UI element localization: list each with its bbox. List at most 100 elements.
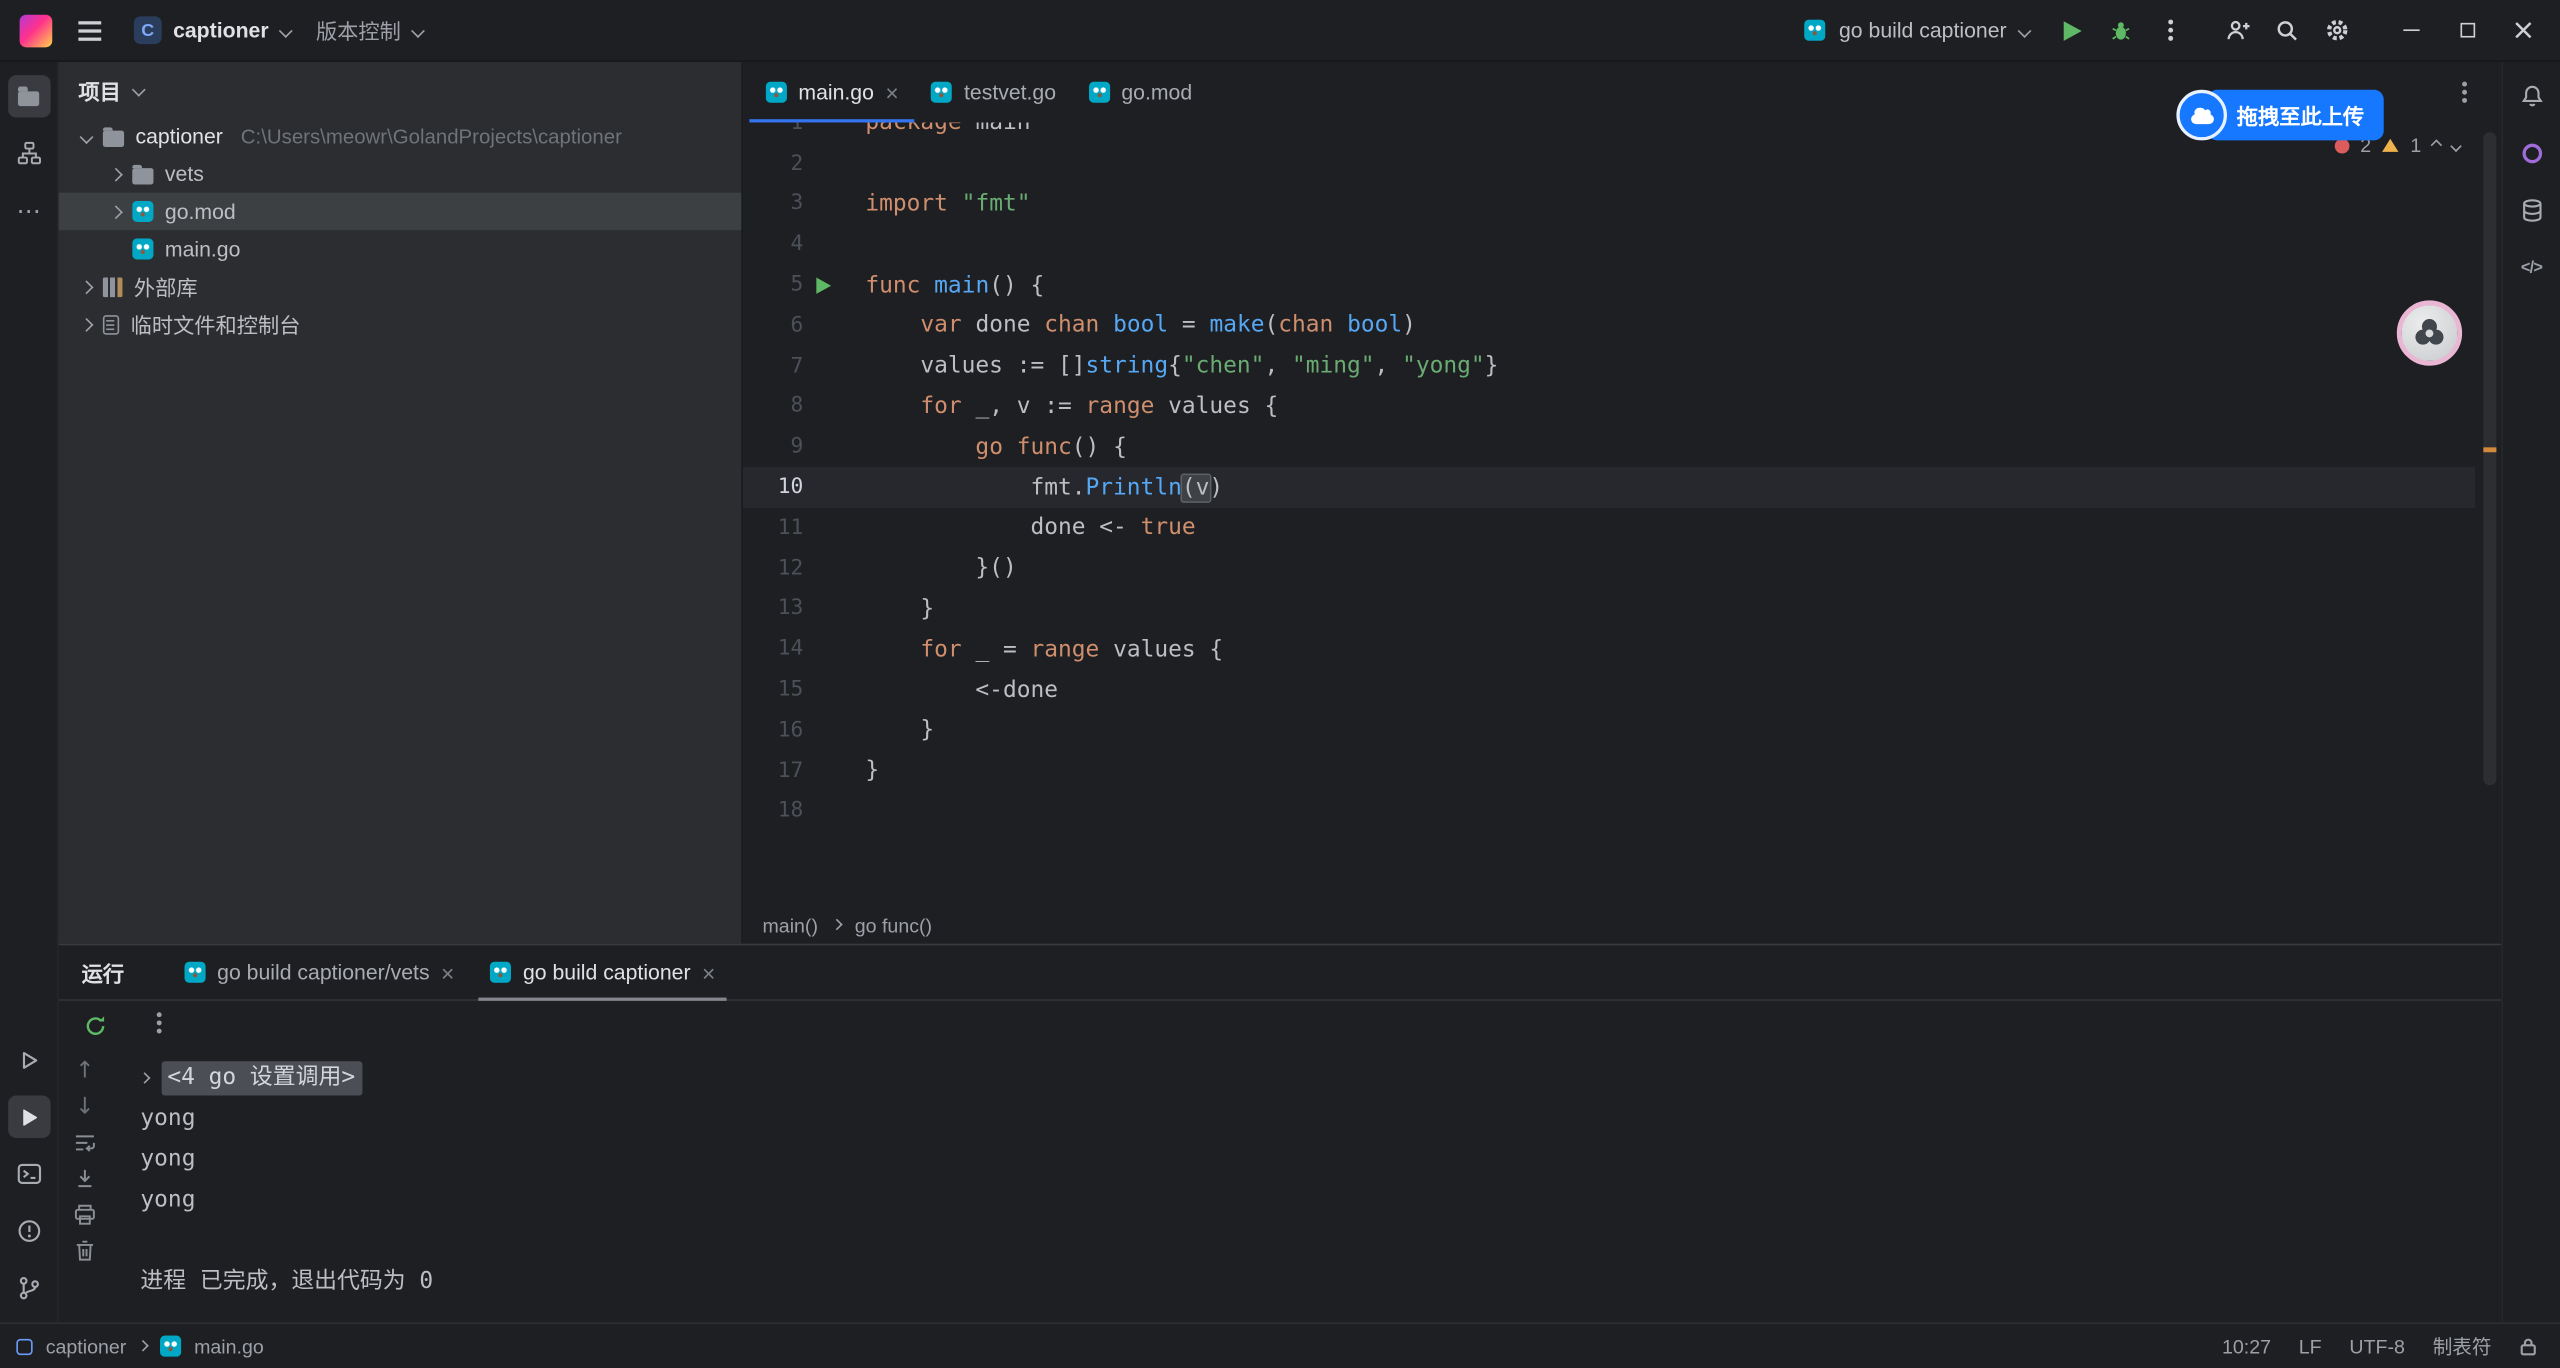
- scroll-to-end-button[interactable]: [73, 1167, 96, 1190]
- next-problem-icon[interactable]: [2450, 140, 2460, 150]
- run-tab-vets[interactable]: go build captioner/vets ×: [167, 945, 473, 999]
- code-line-16[interactable]: 16 }: [743, 710, 2475, 750]
- breadcrumb-item[interactable]: go func(): [855, 913, 932, 936]
- breadcrumb[interactable]: main() go func(): [743, 906, 2501, 944]
- maximize-button[interactable]: [2443, 9, 2492, 51]
- close-icon[interactable]: ×: [441, 961, 454, 984]
- line-number: 11: [743, 516, 803, 540]
- tab-testvet-go[interactable]: testvet.go: [915, 62, 1072, 122]
- close-icon[interactable]: ×: [702, 961, 715, 984]
- upload-overlay[interactable]: 拖拽至此上传: [2176, 90, 2383, 141]
- run-toolwindow-button[interactable]: [7, 1096, 49, 1138]
- rerun-button[interactable]: [83, 1013, 107, 1037]
- run-config-selector[interactable]: go build captioner: [1790, 11, 2044, 49]
- chevron-right-icon[interactable]: [80, 280, 94, 294]
- code-line-18[interactable]: 18: [743, 791, 2475, 831]
- chevron-down-icon[interactable]: [80, 129, 94, 143]
- clear-console-button[interactable]: [73, 1239, 96, 1262]
- vcs-widget[interactable]: 版本控制: [303, 8, 435, 52]
- status-file[interactable]: main.go: [194, 1335, 264, 1358]
- debug-button[interactable]: [2100, 9, 2142, 51]
- tree-item-go-mod[interactable]: go.mod: [59, 193, 741, 231]
- code-line-11[interactable]: 11 done <- true: [743, 508, 2475, 548]
- main-menu-button[interactable]: [69, 9, 111, 51]
- code-line-17[interactable]: 17}: [743, 751, 2475, 791]
- scrollbar-thumb[interactable]: [2483, 132, 2496, 785]
- code-line-6[interactable]: 6 var done chan bool = make(chan bool): [743, 305, 2475, 345]
- soft-wrap-button[interactable]: [73, 1131, 96, 1154]
- database-toolwindow-button[interactable]: [2510, 189, 2552, 231]
- services-toolwindow-button[interactable]: [7, 1038, 49, 1080]
- code-line-15[interactable]: 15 <-done: [743, 670, 2475, 710]
- console[interactable]: <4 go 设置调用> yongyongyong 进程 已完成，退出代码为 0: [111, 1050, 2501, 1323]
- console-options-button[interactable]: [157, 1012, 162, 1038]
- code-line-7[interactable]: 7 values := []string{"chen", "ming", "yo…: [743, 346, 2475, 386]
- chevron-right-icon[interactable]: [80, 317, 94, 331]
- warning-stripe-mark[interactable]: [2483, 447, 2496, 452]
- vcs-toolwindow-button[interactable]: [7, 1267, 49, 1309]
- project-panel-header[interactable]: 项目: [59, 62, 741, 118]
- code-line-13[interactable]: 13 }: [743, 589, 2475, 629]
- print-button[interactable]: [73, 1203, 96, 1226]
- status-project[interactable]: captioner: [46, 1335, 127, 1358]
- indent-style[interactable]: 制表符: [2433, 1332, 2492, 1360]
- chevron-right-icon[interactable]: [109, 167, 123, 181]
- run-button[interactable]: [2051, 9, 2093, 51]
- file-encoding[interactable]: UTF-8: [2349, 1335, 2405, 1358]
- caret-position[interactable]: 10:27: [2222, 1335, 2271, 1358]
- tab-go-mod[interactable]: go.mod: [1072, 62, 1208, 122]
- code-line-14[interactable]: 14 for _ = range values {: [743, 629, 2475, 669]
- code-line-4[interactable]: 4: [743, 224, 2475, 264]
- tree-item-scratches[interactable]: 临时文件和控制台: [59, 305, 741, 343]
- floating-widget-avatar[interactable]: [2397, 300, 2462, 365]
- code-line-8[interactable]: 8 for _, v := range values {: [743, 386, 2475, 426]
- problems-toolwindow-button[interactable]: [7, 1210, 49, 1252]
- fold-chevron-icon[interactable]: [139, 1073, 149, 1083]
- console-fold[interactable]: <4 go 设置调用>: [161, 1061, 362, 1095]
- prev-problem-icon[interactable]: [2431, 140, 2441, 150]
- code-line-2[interactable]: 2: [743, 143, 2475, 183]
- code-line-12[interactable]: 12 }(): [743, 548, 2475, 588]
- run-panel-header: 运行 go build captioner/vets × go build ca…: [59, 945, 2502, 1001]
- tree-item-captioner[interactable]: captioner C:\Users\meowr\GolandProjects\…: [59, 118, 741, 156]
- tree-item-vets[interactable]: vets: [59, 155, 741, 193]
- code-with-me-button[interactable]: [2217, 9, 2259, 51]
- console-line: yong: [140, 1099, 2501, 1140]
- endpoints-toolwindow-button[interactable]: </>: [2510, 247, 2552, 289]
- ai-assistant-button[interactable]: [2510, 132, 2552, 174]
- project-toolwindow-button[interactable]: [7, 75, 49, 117]
- chevron-right-icon[interactable]: [109, 205, 123, 219]
- tab-main-go[interactable]: main.go ×: [749, 62, 915, 122]
- code-line-9[interactable]: 9 go func() {: [743, 427, 2475, 467]
- code-line-10[interactable]: 10 fmt.Println(v): [743, 467, 2475, 507]
- notifications-button[interactable]: [2510, 75, 2552, 117]
- close-button[interactable]: [2498, 9, 2547, 51]
- structure-toolwindow-button[interactable]: [7, 132, 49, 174]
- terminal-toolwindow-button[interactable]: [7, 1153, 49, 1195]
- breadcrumb-item[interactable]: main(): [762, 913, 818, 936]
- code-tag-icon: </>: [2521, 259, 2542, 277]
- down-stack-trace-button[interactable]: ↓: [75, 1096, 94, 1119]
- more-actions-button[interactable]: [2149, 9, 2191, 51]
- more-toolwindows-button[interactable]: ⋯: [7, 189, 49, 231]
- project-widget[interactable]: C captioner: [121, 10, 303, 51]
- code-line-3[interactable]: 3import "fmt": [743, 184, 2475, 224]
- editor-scrollbar[interactable]: [2478, 122, 2501, 906]
- search-everywhere-button[interactable]: [2266, 9, 2308, 51]
- lock-icon[interactable]: [2519, 1336, 2537, 1356]
- code-line-5[interactable]: 5func main() {: [743, 265, 2475, 305]
- run-line-icon[interactable]: [816, 277, 831, 293]
- line-ending[interactable]: LF: [2299, 1335, 2322, 1358]
- go-icon: [490, 962, 511, 983]
- up-stack-trace-button[interactable]: ↑: [75, 1060, 94, 1083]
- code-text: fmt.Println(v): [865, 474, 1223, 500]
- minimize-button[interactable]: [2387, 9, 2436, 51]
- tab-options-button[interactable]: [2443, 71, 2485, 113]
- titlebar: C captioner 版本控制 go build captioner: [0, 0, 2560, 62]
- tree-item-main-go[interactable]: main.go: [59, 230, 741, 268]
- run-tab-captioner[interactable]: go build captioner ×: [472, 945, 733, 999]
- tree-item-external-libraries[interactable]: 外部库: [59, 268, 741, 306]
- settings-button[interactable]: [2315, 9, 2357, 51]
- editor[interactable]: 1package main23import "fmt"45func main()…: [743, 122, 2501, 906]
- close-icon[interactable]: ×: [885, 81, 898, 104]
